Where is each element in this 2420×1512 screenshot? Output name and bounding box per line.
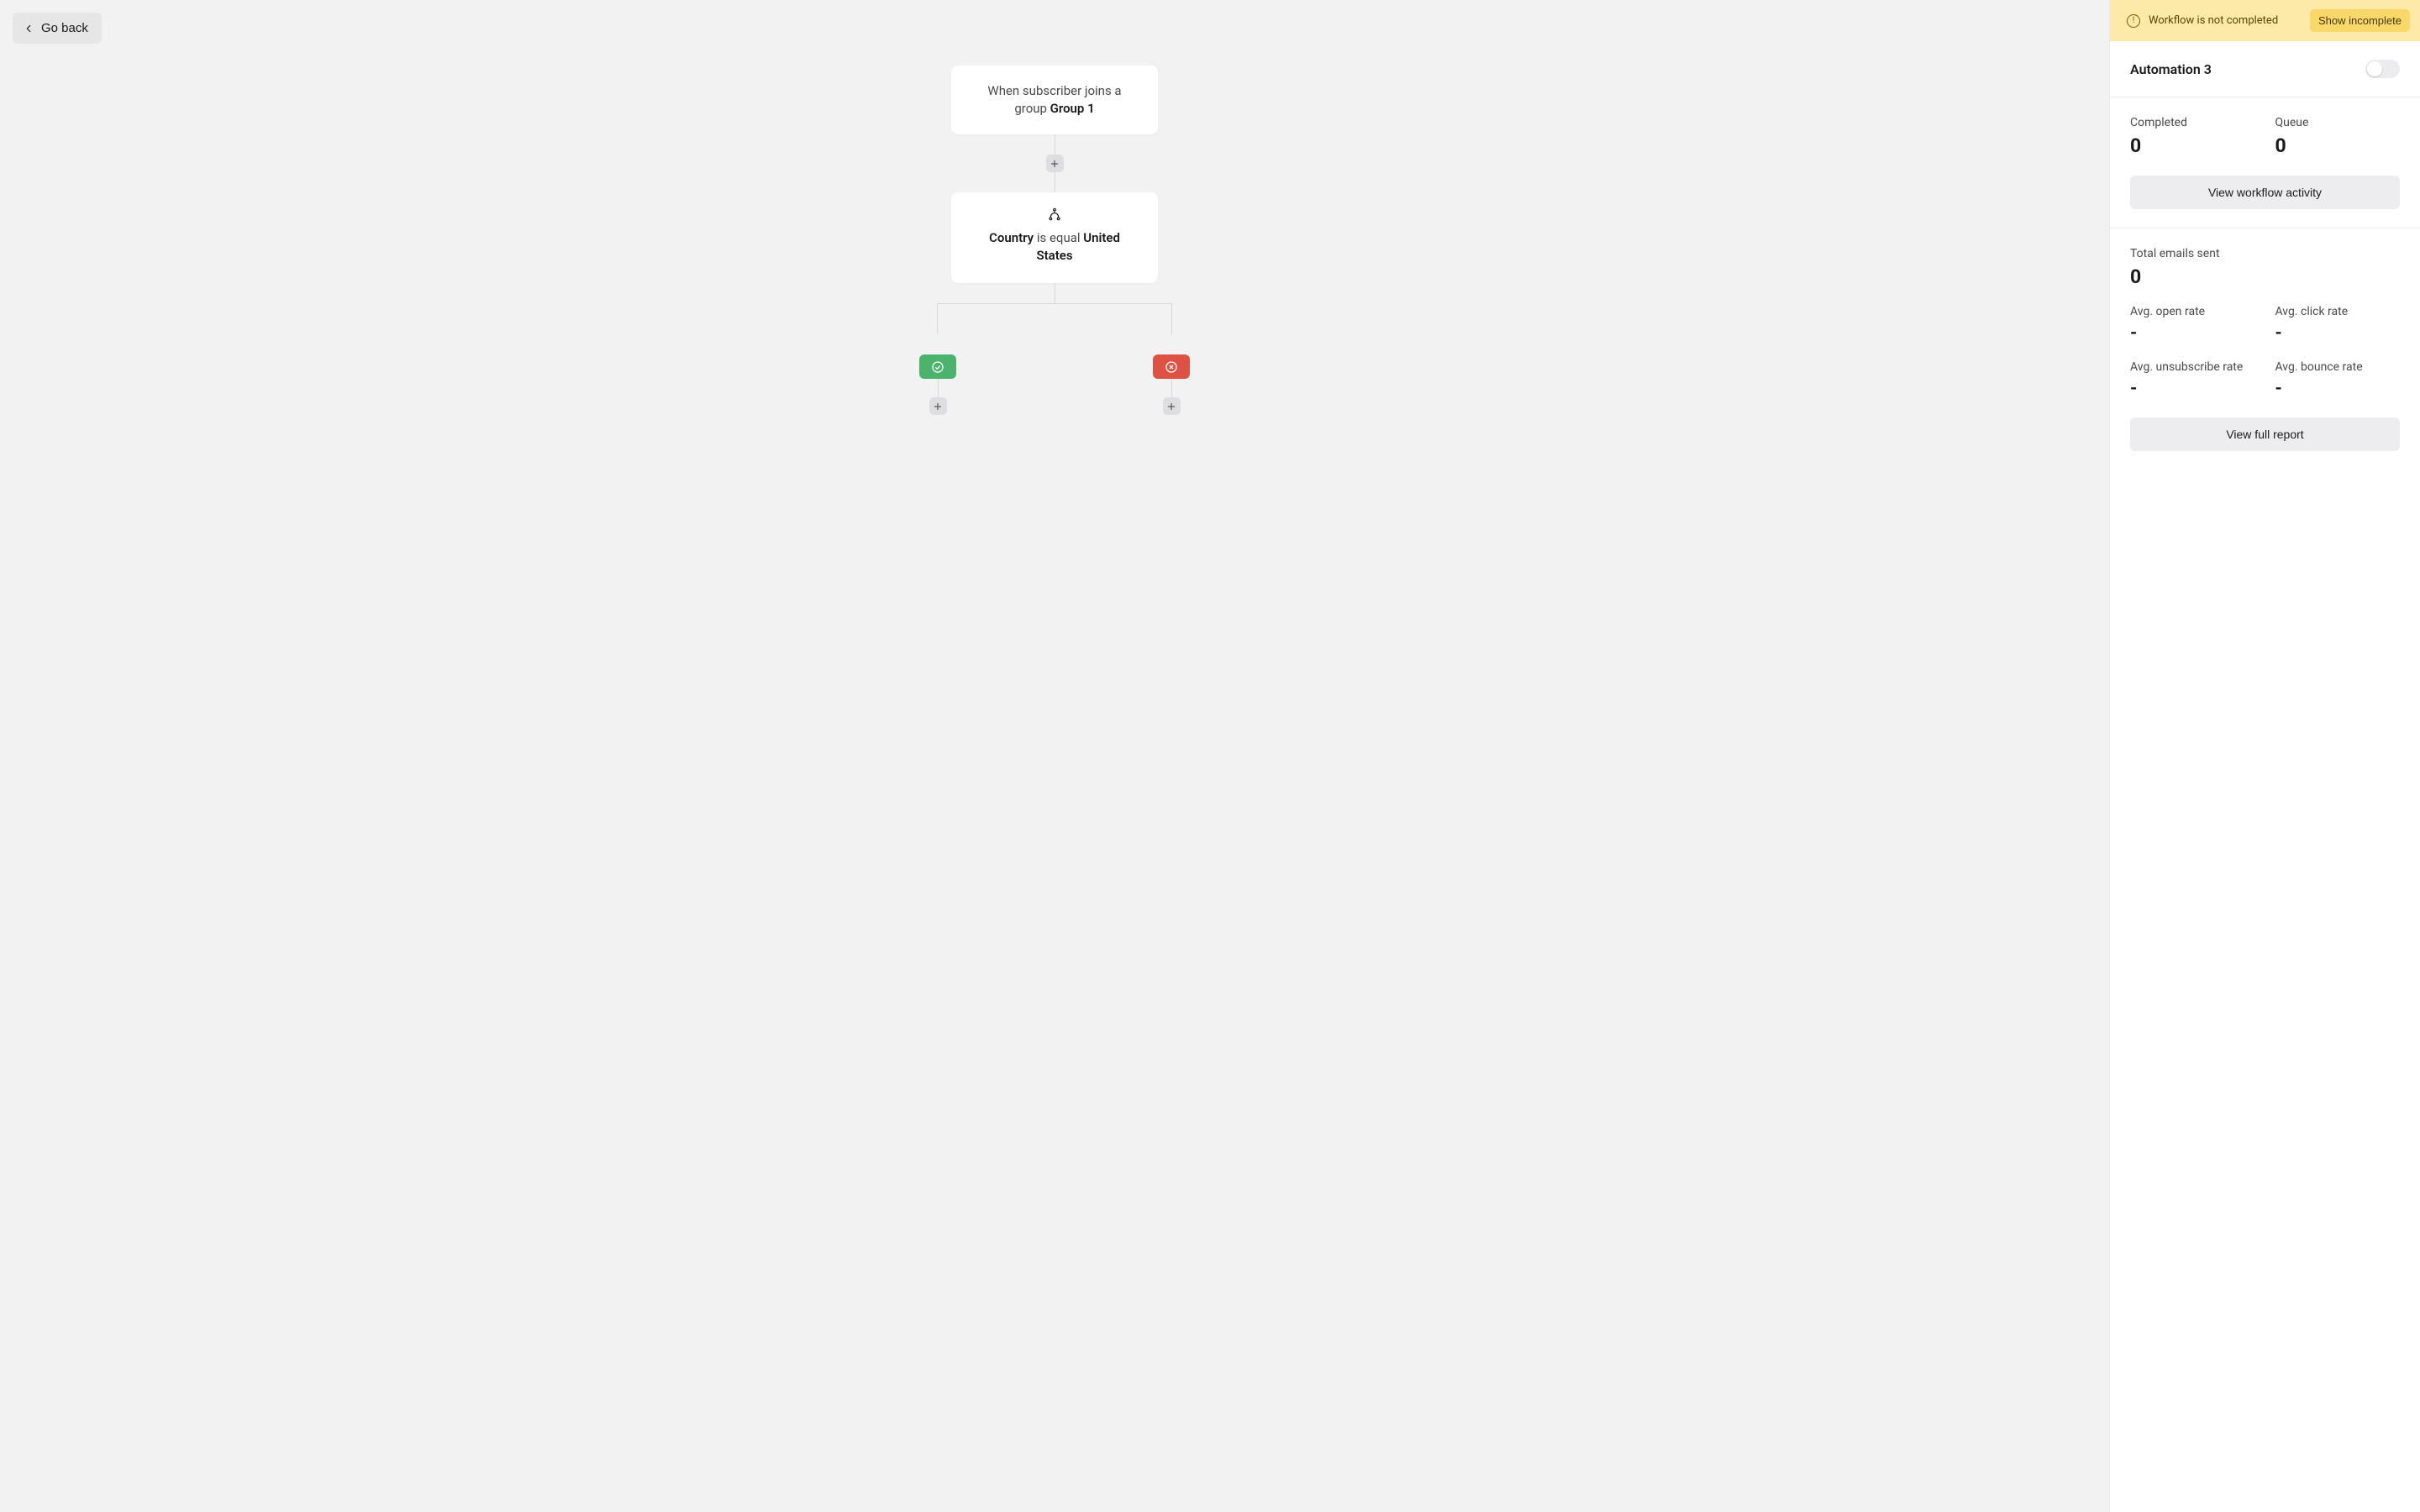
branch-icon [975,207,1134,221]
trigger-node[interactable]: When subscriber joins a group Group 1 [951,66,1158,134]
view-full-report-button[interactable]: View full report [2130,417,2400,451]
metric-value: - [2275,379,2401,399]
chevron-left-icon [23,23,34,34]
connector-line [938,379,939,397]
workflow-alert: ! Workflow is not completed Show incompl… [2110,0,2420,41]
automation-title: Automation 3 [2130,61,2212,77]
metric-bounce-rate: Avg. bounce rate - [2275,360,2401,399]
alert-icon: ! [2127,14,2140,28]
metric-value: 0 [2130,265,2400,288]
alert-text: Workflow is not completed [2149,14,2278,27]
trigger-group: Group 1 [1050,101,1095,116]
metric-queue: Queue 0 [2275,116,2401,157]
toggle-knob [2367,61,2382,76]
metric-total-emails: Total emails sent 0 [2130,247,2400,288]
plus-icon [1050,159,1060,169]
metric-label: Queue [2275,116,2401,129]
connector-line [1171,379,1172,397]
activity-section: Completed 0 Queue 0 View workflow activi… [2110,97,2420,228]
metric-label: Avg. open rate [2130,305,2255,318]
branch-connectors [0,283,2109,303]
workflow-canvas[interactable]: Go back When subscriber joins a group Gr… [0,0,2109,1512]
metric-label: Avg. unsubscribe rate [2130,360,2255,374]
view-workflow-activity-button[interactable]: View workflow activity [2130,176,2400,209]
branch-true-badge[interactable] [919,354,956,379]
metric-value: - [2130,323,2255,344]
metric-label: Total emails sent [2130,247,2400,260]
metric-value: - [2130,379,2255,399]
metric-label: Avg. click rate [2275,305,2401,318]
metric-click-rate: Avg. click rate - [2275,305,2401,344]
metric-unsub-rate: Avg. unsubscribe rate - [2130,360,2255,399]
branch-row [919,354,1190,415]
condition-operator: is equal [1034,230,1083,245]
metric-label: Completed [2130,116,2255,129]
email-stats-section: Total emails sent 0 Avg. open rate - Avg… [2110,228,2420,470]
branch-false-badge[interactable] [1153,354,1190,379]
sidebar-header: Automation 3 [2110,41,2420,97]
plus-icon [933,402,943,412]
metric-label: Avg. bounce rate [2275,360,2401,374]
check-circle-icon [931,360,944,374]
x-circle-icon [1165,360,1178,374]
go-back-button[interactable]: Go back [13,13,102,44]
metric-completed: Completed 0 [2130,116,2255,157]
add-step-button[interactable] [1046,155,1064,172]
condition-field: Country [989,230,1034,245]
show-incomplete-button[interactable]: Show incomplete [2310,9,2410,32]
add-step-true-button[interactable] [929,397,947,415]
workflow-flow: When subscriber joins a group Group 1 Co… [0,66,2109,415]
plus-icon [1166,402,1176,412]
add-step-false-button[interactable] [1163,397,1181,415]
metric-value: - [2275,323,2401,344]
automation-enabled-toggle[interactable] [2365,60,2400,78]
metric-value: 0 [2275,134,2401,157]
go-back-label: Go back [41,21,88,35]
condition-node[interactable]: Country is equal United States [951,192,1158,283]
right-sidebar: ! Workflow is not completed Show incompl… [2109,0,2420,1512]
branch-false [1153,354,1190,415]
metric-open-rate: Avg. open rate - [2130,305,2255,344]
branch-true [919,354,956,415]
metric-value: 0 [2130,134,2255,157]
